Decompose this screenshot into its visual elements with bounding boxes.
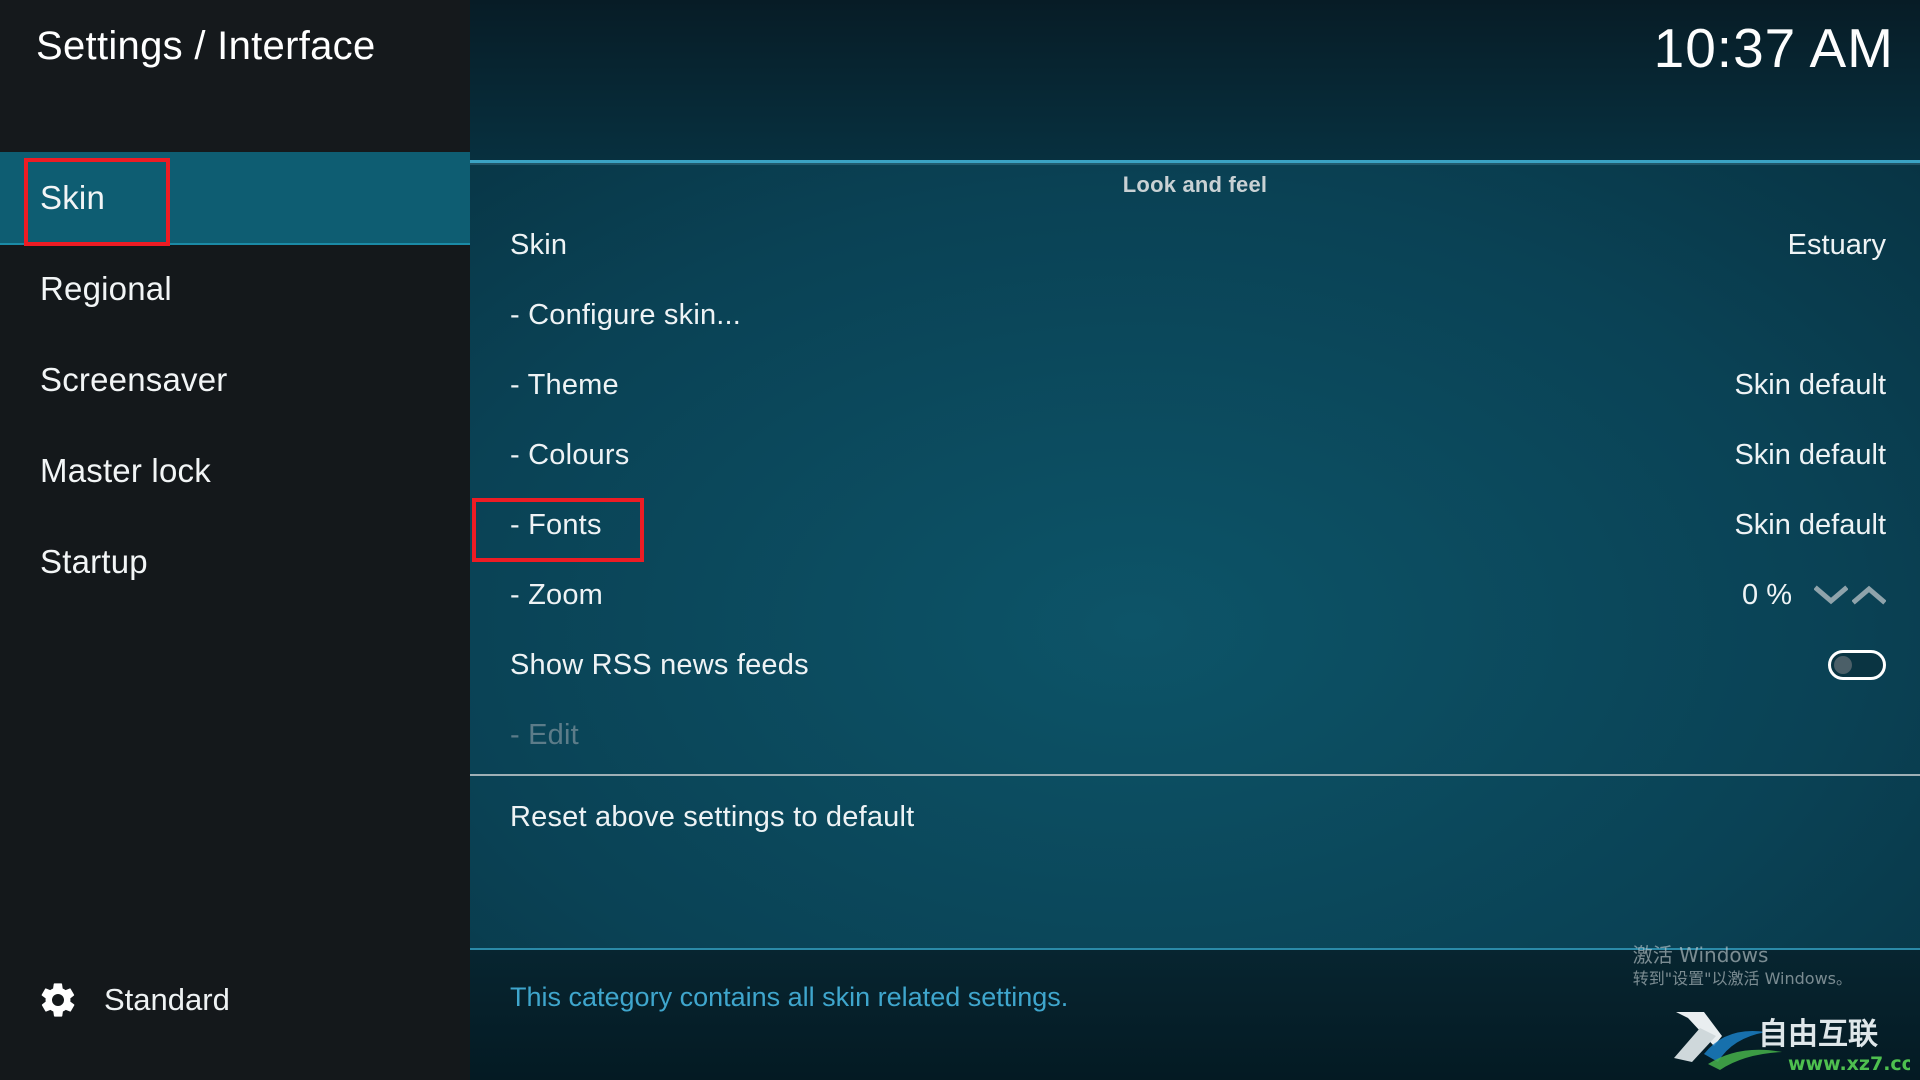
kodi-settings-screen: Settings / Interface Skin Regional Scree… (0, 0, 1920, 1080)
sidebar-item-label: Skin (40, 179, 105, 216)
windows-activation-subtitle: 转到"设置"以激活 Windows。 (1632, 969, 1852, 989)
setting-row-edit: - Edit (470, 700, 1920, 770)
setting-row-configure-skin[interactable]: - Configure skin... (470, 280, 1920, 350)
sidebar-item-label: Startup (40, 543, 148, 580)
sidebar-header: Settings / Interface (0, 0, 470, 152)
content-panel: 10:37 AM Look and feel Skin Estuary - Co… (470, 0, 1920, 1080)
sidebar-item-regional[interactable]: Regional (0, 243, 470, 334)
sidebar-item-startup[interactable]: Startup (0, 516, 470, 607)
setting-control[interactable]: Skin default (1734, 369, 1886, 402)
setting-row-skin[interactable]: Skin Estuary (470, 210, 1920, 280)
sidebar-item-skin[interactable]: Skin (0, 152, 470, 245)
setting-label: - Zoom (510, 578, 604, 611)
setting-row-colours[interactable]: - Colours Skin default (470, 420, 1920, 490)
settings-divider (470, 774, 1920, 776)
svg-text:自由互联: 自由互联 (1758, 1017, 1878, 1052)
svg-text:www.xz7.com: www.xz7.com (1788, 1053, 1910, 1075)
setting-label: - Configure skin... (510, 298, 742, 331)
setting-label: - Fonts (510, 508, 602, 541)
setting-value: Skin default (1734, 368, 1886, 401)
setting-value: Skin default (1734, 508, 1886, 541)
setting-row-reset-to-default[interactable]: Reset above settings to default (470, 782, 1920, 852)
setting-row-zoom[interactable]: - Zoom 0 % (470, 560, 1920, 630)
setting-row-theme[interactable]: - Theme Skin default (470, 350, 1920, 420)
settings-level-button[interactable]: Standard (0, 920, 470, 1080)
setting-row-show-rss-news-feeds[interactable]: Show RSS news feeds (470, 630, 1920, 700)
content-top-strip: 10:37 AM (470, 0, 1920, 160)
setting-control[interactable]: Skin default (1734, 439, 1886, 472)
windows-activation-watermark: 激活 Windows 转到"设置"以激活 Windows。 (1633, 943, 1852, 990)
setting-control[interactable] (1828, 650, 1886, 680)
brand-watermark-logo: 自由互联 www.xz7.com (1674, 1012, 1910, 1075)
setting-control[interactable]: Estuary (1788, 229, 1886, 262)
sidebar-item-label: Master lock (40, 452, 211, 489)
sidebar-item-master-lock[interactable]: Master lock (0, 425, 470, 516)
clock: 10:37 AM (1653, 17, 1894, 79)
setting-label: Show RSS news feeds (510, 648, 809, 681)
zoom-spinner[interactable] (1814, 584, 1886, 606)
chevron-down-icon[interactable] (1814, 584, 1848, 606)
setting-control[interactable]: 0 % (1742, 579, 1886, 612)
setting-label: Reset above settings to default (510, 800, 915, 833)
sidebar-item-label: Screensaver (40, 361, 228, 398)
setting-value: Skin default (1734, 438, 1886, 471)
gear-icon (41, 983, 75, 1017)
setting-value: Estuary (1787, 228, 1886, 261)
sidebar-category-list: Skin Regional Screensaver Master lock St… (0, 152, 470, 607)
setting-label: Skin (510, 228, 568, 261)
sidebar-item-screensaver[interactable]: Screensaver (0, 334, 470, 425)
toggle-knob (1834, 656, 1852, 674)
windows-activation-title: 激活 Windows (1632, 943, 1769, 968)
setting-label: - Theme (510, 368, 619, 401)
setting-control[interactable]: Skin default (1734, 509, 1886, 542)
content-accent-divider-soft (470, 163, 1920, 165)
settings-level-label: Standard (104, 982, 230, 1017)
settings-list: Skin Estuary - Configure skin... - Theme… (470, 210, 1920, 852)
rss-toggle-switch[interactable] (1828, 650, 1886, 680)
setting-value: 0 % (1742, 578, 1792, 611)
sidebar-item-label: Regional (40, 270, 172, 307)
page-title: Settings / Interface (36, 24, 376, 68)
settings-group-title: Look and feel (1122, 172, 1268, 197)
setting-row-fonts[interactable]: - Fonts Skin default (470, 490, 1920, 560)
setting-label: - Edit (510, 718, 579, 751)
sidebar: Settings / Interface Skin Regional Scree… (0, 0, 470, 1080)
chevron-up-icon[interactable] (1852, 584, 1886, 606)
setting-label: - Colours (510, 438, 630, 471)
category-description: This category contains all skin related … (510, 982, 1069, 1012)
